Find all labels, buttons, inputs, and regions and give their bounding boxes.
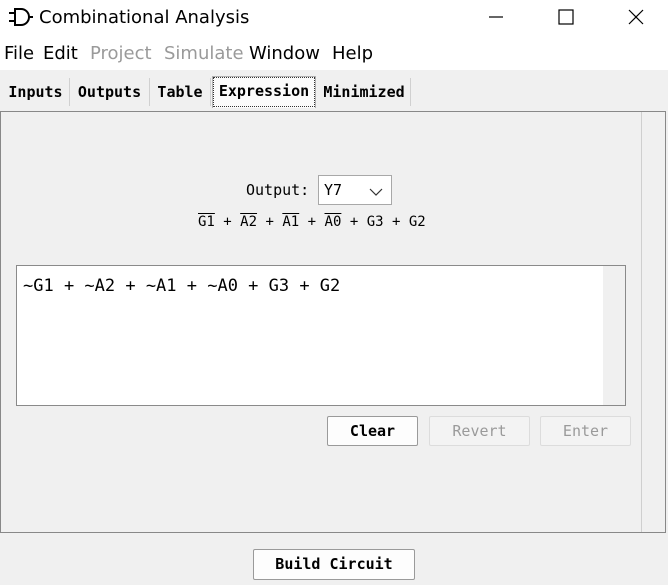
term-a0: A0: [324, 214, 342, 230]
operator: +: [265, 214, 274, 230]
menu-bar: File Edit Project Simulate Window Help: [0, 38, 668, 70]
maximize-icon: [558, 9, 574, 25]
term-g1: G1: [198, 214, 215, 230]
tab-minimized[interactable]: Minimized: [318, 78, 411, 106]
term-a1: A1: [282, 214, 300, 230]
minimize-icon: [489, 16, 503, 18]
output-select[interactable]: Y7: [318, 175, 392, 205]
window-title: Combinational Analysis: [39, 7, 250, 28]
chevron-down-icon: [369, 188, 383, 196]
close-button[interactable]: [602, 0, 668, 34]
close-icon: [628, 9, 644, 25]
minimize-button[interactable]: [462, 0, 532, 34]
menu-help[interactable]: Help: [332, 43, 373, 64]
operator: +: [349, 214, 359, 230]
term-a2: A2: [240, 214, 258, 230]
menu-project[interactable]: Project: [90, 43, 152, 64]
menu-simulate[interactable]: Simulate: [164, 43, 244, 64]
tab-expression[interactable]: Expression: [212, 76, 316, 108]
tab-inputs[interactable]: Inputs: [2, 78, 70, 106]
term-g3: G3: [366, 214, 384, 230]
vertical-scrollbar[interactable]: [603, 266, 625, 405]
expression-text-area[interactable]: ~G1 + ~A2 + ~A1 + ~A0 + G3 + G2: [16, 265, 626, 406]
tab-outputs[interactable]: Outputs: [70, 78, 150, 106]
operator: +: [307, 214, 317, 230]
clear-button[interactable]: Clear: [327, 416, 418, 446]
enter-button[interactable]: Enter: [540, 416, 631, 446]
output-label: Output:: [246, 181, 310, 199]
term-g2: G2: [408, 214, 426, 230]
tab-table[interactable]: Table: [150, 78, 211, 106]
menu-edit[interactable]: Edit: [43, 43, 78, 64]
revert-button[interactable]: Revert: [429, 416, 530, 446]
panel-divider: [641, 112, 642, 532]
operator: +: [391, 214, 401, 230]
output-select-value: Y7: [324, 181, 343, 199]
title-bar: Combinational Analysis: [0, 0, 668, 38]
maximize-button[interactable]: [532, 0, 602, 34]
menu-window[interactable]: Window: [249, 43, 320, 64]
rendered-expression: G1 + A2 + A1 + A0 + G3 + G2: [198, 214, 426, 230]
operator: +: [223, 214, 232, 230]
menu-file[interactable]: File: [4, 43, 34, 64]
build-circuit-button[interactable]: Build Circuit: [253, 549, 415, 580]
and-gate-icon: [9, 8, 33, 26]
expression-text: ~G1 + ~A2 + ~A1 + ~A0 + G3 + G2: [23, 276, 341, 296]
tab-bar: Inputs Outputs Table Expression Minimize…: [0, 74, 668, 108]
